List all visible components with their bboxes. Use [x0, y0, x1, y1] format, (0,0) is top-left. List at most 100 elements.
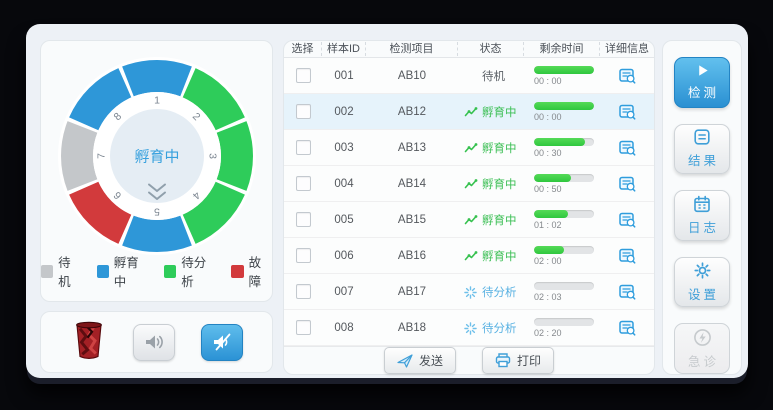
- sample-id-cell: 005: [334, 213, 354, 226]
- table-row[interactable]: 003 AB13 孵育中 00 : 30: [284, 130, 654, 166]
- remaining-time-cell: 00 : 00: [524, 101, 600, 122]
- row-checkbox[interactable]: [295, 68, 311, 83]
- row-checkbox[interactable]: [295, 284, 311, 299]
- detail-button[interactable]: [618, 248, 636, 264]
- table-header: 选择 样本ID 检测项目 状态 剩余时间 详细信息: [284, 41, 654, 58]
- progress-bar: [534, 101, 594, 110]
- wheel-segment: [121, 215, 192, 252]
- legend-swatch: [164, 264, 177, 278]
- table-footer: 发送 打印: [284, 346, 654, 374]
- mute-button[interactable]: [200, 323, 243, 361]
- column-header: 详细信息: [605, 43, 649, 55]
- detail-icon: [618, 140, 635, 156]
- remaining-time-cell: 00 : 30: [524, 137, 600, 158]
- send-button[interactable]: 发送: [383, 347, 456, 374]
- sample-id-cell: 001: [334, 69, 354, 82]
- remaining-time-text: 01 : 02: [534, 219, 562, 230]
- table-row[interactable]: 005 AB15 孵育中 01 : 02: [284, 202, 654, 238]
- table-row[interactable]: 002 AB12 孵育中 00 : 00: [284, 94, 654, 130]
- row-checkbox[interactable]: [295, 320, 311, 335]
- legend-swatch: [41, 264, 54, 278]
- status-cell: 孵育中: [458, 140, 524, 156]
- row-checkbox[interactable]: [295, 104, 311, 119]
- detect-button[interactable]: 检测: [674, 57, 730, 108]
- play-icon: [698, 65, 708, 76]
- status-cell: 孵育中: [458, 104, 524, 120]
- incubator-wheel: 12345678孵育中: [57, 57, 256, 255]
- table-row[interactable]: 008 AB18 待分析 02 : 20: [284, 310, 654, 346]
- detail-icon: [618, 68, 635, 84]
- detail-button[interactable]: [618, 68, 636, 84]
- test-item-cell: AB15: [397, 213, 427, 226]
- column-header: 状态: [458, 42, 524, 56]
- results-button[interactable]: 结果: [674, 123, 730, 175]
- progress-bar: [534, 245, 594, 254]
- status-cell: 孵育中: [458, 212, 524, 228]
- progress-bar: [534, 65, 594, 74]
- test-item-cell: AB12: [397, 105, 427, 118]
- table-row[interactable]: 004 AB14 孵育中 00 : 50: [284, 166, 654, 202]
- legend-label: 待分析: [181, 256, 207, 289]
- detail-button[interactable]: [618, 176, 636, 192]
- legend-swatch: [231, 264, 244, 278]
- detail-button[interactable]: [618, 212, 636, 228]
- analyzing-spinner-icon: [464, 321, 477, 335]
- sound-on-button[interactable]: [132, 323, 175, 361]
- table-row[interactable]: 007 AB17 待分析 02 : 03: [284, 274, 654, 310]
- progress-bar: [534, 281, 594, 290]
- remaining-time-text: 02 : 20: [534, 327, 562, 338]
- remaining-time-text: 02 : 03: [534, 291, 562, 302]
- test-item-cell: AB16: [397, 249, 427, 262]
- detail-icon: [618, 212, 635, 228]
- table-row[interactable]: 006 AB16 孵育中 02 : 00: [284, 238, 654, 274]
- remaining-time-cell: 00 : 50: [524, 173, 600, 194]
- test-item-cell: AB10: [397, 69, 427, 82]
- remaining-time-cell: 01 : 02: [524, 209, 600, 230]
- device-screen: 1 2 3 4 5 6 7 8 孵育中 待机 孵育中 待分析 故障 选择 样本I…: [26, 24, 748, 378]
- wheel-segment: [216, 121, 253, 191]
- print-button[interactable]: 打印: [482, 347, 555, 374]
- speaker-icon: [145, 335, 163, 349]
- status-legend: 待机 孵育中 待分析 故障: [41, 252, 272, 290]
- detail-icon: [618, 320, 635, 336]
- incubating-pulse-icon: [464, 106, 478, 116]
- test-item-cell: AB17: [397, 285, 427, 298]
- action-label: 急诊: [687, 354, 719, 369]
- test-item-cell: AB14: [397, 177, 427, 190]
- row-checkbox[interactable]: [295, 176, 311, 191]
- row-checkbox[interactable]: [295, 140, 311, 155]
- action-label: 日志: [687, 220, 719, 235]
- progress-bar: [534, 173, 594, 182]
- gear-icon: [693, 262, 711, 279]
- analyzing-spinner-icon: [464, 285, 477, 299]
- column-header: 检测项目: [366, 42, 458, 56]
- log-button[interactable]: 日志: [674, 190, 730, 241]
- sample-id-cell: 002: [334, 105, 354, 118]
- remaining-time-text: 00 : 00: [534, 111, 562, 122]
- legend-label: 孵育中: [113, 256, 139, 289]
- remaining-time-cell: 00 : 00: [524, 65, 600, 86]
- action-label: 设置: [687, 288, 719, 303]
- table-body: 001 AB10 待机 00 : 00 002 AB12 孵育中 00 : 00…: [284, 58, 654, 346]
- sample-id-cell: 004: [334, 177, 354, 190]
- status-cell: 孵育中: [458, 248, 524, 264]
- action-label: 结果: [687, 154, 719, 169]
- detail-button[interactable]: [618, 320, 636, 336]
- table-row[interactable]: 001 AB10 待机 00 : 00: [284, 58, 654, 94]
- detail-button[interactable]: [618, 104, 636, 120]
- detail-icon: [618, 176, 635, 192]
- detail-button[interactable]: [618, 140, 636, 156]
- row-checkbox[interactable]: [295, 248, 311, 263]
- detail-button[interactable]: [618, 284, 636, 300]
- waste-bin-icon: [71, 319, 107, 366]
- print-label: 打印: [517, 354, 542, 368]
- status-cell: 待分析: [458, 284, 524, 300]
- settings-button[interactable]: 设置: [674, 256, 730, 308]
- progress-bar: [534, 317, 594, 326]
- legend-item: 待分析: [164, 252, 216, 290]
- incubating-pulse-icon: [464, 214, 478, 224]
- column-header: 样本ID: [322, 42, 366, 56]
- emergency-button: 急诊: [674, 323, 730, 374]
- legend-label: 待机: [58, 256, 71, 289]
- row-checkbox[interactable]: [295, 212, 311, 227]
